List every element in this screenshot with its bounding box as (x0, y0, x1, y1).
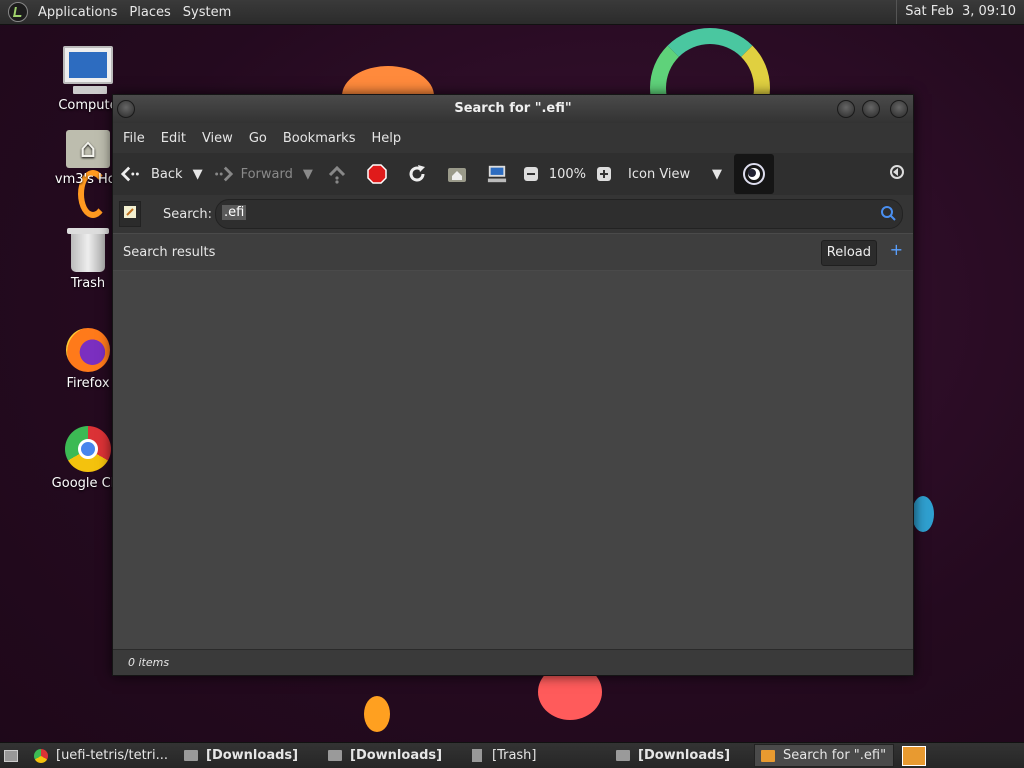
window-menu-icon[interactable] (117, 100, 135, 118)
computer-button[interactable] (477, 153, 517, 195)
chevron-down-icon: ▼ (192, 166, 203, 182)
location-mode-button[interactable] (119, 201, 141, 227)
search-results-label: Search results (123, 244, 216, 260)
forward-label: Forward (240, 166, 293, 182)
file-view-area[interactable] (113, 271, 913, 649)
chrome-icon (34, 748, 48, 763)
edit-pencil-icon (123, 205, 137, 223)
toolbar: Back ▼ Forward ▼ 100% Icon View ▼ (113, 153, 913, 195)
home-folder-icon (66, 130, 110, 168)
top-panel: Applications Places System Sat Feb 3, 09… (0, 0, 1024, 25)
zoom-in-icon (594, 164, 614, 184)
task-trash[interactable]: [Trash] (466, 744, 608, 767)
menu-view[interactable]: View (196, 131, 239, 146)
window-title: Search for ".efi" (454, 101, 572, 116)
task-label: [Trash] (492, 748, 537, 763)
chevron-down-icon: ▼ (712, 166, 723, 182)
status-bar: 0 items (113, 649, 913, 675)
back-label: Back (151, 166, 183, 182)
computer-icon (63, 46, 113, 94)
location-bar: Search: .efi (113, 195, 913, 233)
trash-icon (472, 749, 482, 762)
task-label: [Downloads] (638, 748, 731, 763)
add-criteria-button[interactable]: + (890, 240, 903, 259)
task-search-efi[interactable]: Search for ".efi" (754, 744, 894, 767)
task-label: [uefi-tetris/tetri... (56, 748, 169, 763)
reload-icon (407, 164, 427, 184)
firefox-icon (66, 328, 110, 372)
applications-menu[interactable]: Applications (32, 5, 123, 20)
forward-history-dropdown[interactable]: ▼ (299, 153, 317, 195)
clock[interactable]: Sat Feb 3, 09:10 (896, 0, 1020, 24)
view-mode-select[interactable]: Icon View ▼ (618, 153, 726, 195)
task-label: [Downloads] (206, 748, 299, 763)
file-manager-window: Search for ".efi" File Edit View Go Book… (112, 94, 914, 676)
search-input-value: .efi (222, 205, 247, 220)
stop-button[interactable] (357, 153, 397, 195)
window-titlebar[interactable]: Search for ".efi" (113, 95, 913, 123)
search-icon[interactable] (880, 205, 896, 225)
places-menu[interactable]: Places (123, 5, 176, 20)
task-label: [Downloads] (350, 748, 443, 763)
chrome-icon (65, 426, 111, 472)
menu-edit[interactable]: Edit (155, 131, 192, 146)
zoom-level[interactable]: 100% (545, 153, 590, 195)
home-folder-icon (447, 164, 467, 184)
folder-icon (616, 750, 630, 761)
maximize-button[interactable] (862, 100, 880, 118)
stop-icon (367, 164, 387, 184)
zoom-out-icon (521, 164, 541, 184)
reload-button[interactable]: Reload (820, 240, 877, 266)
zoom-in-button[interactable] (590, 153, 618, 195)
folder-icon (184, 750, 198, 761)
task-label: Search for ".efi" (783, 748, 887, 763)
forward-arrow-icon (213, 164, 233, 184)
task-downloads-3[interactable]: [Downloads] (610, 744, 752, 767)
menu-file[interactable]: File (117, 131, 151, 146)
throbber (734, 153, 775, 195)
up-button[interactable] (317, 153, 357, 195)
chevron-down-icon: ▼ (302, 166, 313, 182)
menu-bookmarks[interactable]: Bookmarks (277, 131, 362, 146)
item-count: 0 items (128, 656, 170, 669)
overflow-icon (889, 164, 905, 184)
back-button[interactable]: Back (113, 153, 189, 195)
search-results-bar: Search results Reload + (113, 233, 913, 271)
close-button[interactable] (890, 100, 908, 118)
task-downloads-2[interactable]: [Downloads] (322, 744, 464, 767)
wallpaper-blob (912, 496, 934, 532)
task-downloads-1[interactable]: [Downloads] (178, 744, 320, 767)
view-mode-label: Icon View (628, 166, 691, 182)
back-history-dropdown[interactable]: ▼ (189, 153, 207, 195)
trash-icon (67, 228, 109, 272)
wallpaper-blob (364, 696, 390, 732)
toolbar-overflow-button[interactable] (883, 153, 911, 195)
home-button[interactable] (437, 153, 477, 195)
reload-toolbar-button[interactable] (397, 153, 437, 195)
folder-icon (328, 750, 342, 761)
computer-icon (487, 164, 507, 184)
forward-button[interactable]: Forward (207, 153, 299, 195)
show-desktop-button[interactable] (0, 744, 22, 767)
show-desktop-icon (4, 749, 18, 762)
search-input[interactable]: .efi (215, 199, 903, 229)
taskbar: [uefi-tetris/tetri... [Downloads] [Downl… (0, 742, 1024, 768)
menu-go[interactable]: Go (243, 131, 273, 146)
menubar: File Edit View Go Bookmarks Help (113, 123, 913, 153)
throbber-icon (734, 154, 775, 194)
search-folder-icon (761, 749, 775, 762)
zoom-out-button[interactable] (517, 153, 545, 195)
workspace-switcher[interactable] (902, 745, 926, 766)
minimize-button[interactable] (837, 100, 855, 118)
mate-logo-icon[interactable] (8, 2, 28, 22)
search-label: Search: (163, 206, 213, 222)
menu-help[interactable]: Help (365, 131, 407, 146)
system-menu[interactable]: System (177, 5, 237, 20)
up-arrow-icon (327, 164, 347, 184)
zoom-level-label: 100% (548, 166, 587, 182)
task-chrome[interactable]: [uefi-tetris/tetri... (28, 744, 176, 767)
back-arrow-icon (121, 164, 141, 184)
